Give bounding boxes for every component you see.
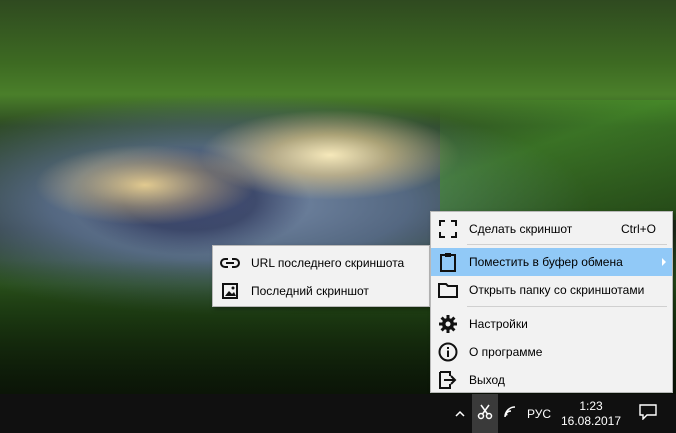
- menu-item-label: Настройки: [469, 317, 528, 331]
- info-icon: [437, 341, 459, 363]
- clock[interactable]: 1:23 16.08.2017: [556, 394, 626, 433]
- menu-item-copy-to-clipboard[interactable]: Поместить в буфер обмена: [431, 248, 672, 276]
- submenu-item-last-url[interactable]: URL последнего скриншота: [213, 249, 429, 277]
- show-hidden-icons-button[interactable]: [450, 394, 470, 433]
- scissors-icon: [477, 404, 493, 423]
- menu-item-open-folder[interactable]: Открыть папку со скриншотами: [431, 276, 672, 304]
- menu-separator: [467, 244, 667, 245]
- clock-date: 16.08.2017: [560, 413, 622, 428]
- menu-item-label: Сделать скриншот: [469, 222, 573, 236]
- submenu-arrow-icon: [662, 258, 666, 266]
- menu-item-take-screenshot[interactable]: Сделать скриншот Ctrl+O: [431, 215, 672, 243]
- screenshot-frame-icon: [437, 218, 459, 240]
- notification-icon: [639, 404, 657, 423]
- taskbar: РУС 1:23 16.08.2017: [0, 394, 676, 433]
- language-label: РУС: [526, 406, 552, 421]
- menu-item-label: Выход: [469, 373, 505, 387]
- image-icon: [219, 280, 241, 302]
- language-indicator[interactable]: РУС: [524, 394, 554, 433]
- menu-item-label: О программе: [469, 345, 543, 359]
- wifi-icon: [503, 405, 519, 422]
- menu-item-about[interactable]: О программе: [431, 338, 672, 366]
- menu-item-label: Поместить в буфер обмена: [469, 255, 623, 269]
- submenu-item-label: Последний скриншот: [251, 284, 369, 298]
- clock-time: 1:23: [579, 398, 603, 413]
- menu-item-label: Открыть папку со скриншотами: [469, 283, 645, 297]
- exit-icon: [437, 369, 459, 391]
- screenshot-app-tray-button[interactable]: [472, 394, 498, 433]
- menu-separator: [467, 306, 667, 307]
- folder-icon: [437, 279, 459, 301]
- submenu-item-label: URL последнего скриншота: [251, 256, 405, 270]
- gear-icon: [437, 313, 459, 335]
- clipboard-submenu: URL последнего скриншота Последний скрин…: [212, 245, 430, 307]
- network-button[interactable]: [500, 394, 522, 433]
- tray-context-menu: Сделать скриншот Ctrl+O Поместить в буфе…: [430, 211, 673, 393]
- wallpaper-grass-right: [440, 100, 676, 220]
- action-center-button[interactable]: [628, 394, 668, 433]
- clipboard-icon: [437, 251, 459, 273]
- link-icon: [219, 252, 241, 274]
- menu-item-exit[interactable]: Выход: [431, 366, 672, 394]
- submenu-item-last-screenshot[interactable]: Последний скриншот: [213, 277, 429, 305]
- menu-item-settings[interactable]: Настройки: [431, 310, 672, 338]
- menu-item-shortcut: Ctrl+O: [620, 222, 656, 236]
- chevron-up-icon: [455, 407, 465, 421]
